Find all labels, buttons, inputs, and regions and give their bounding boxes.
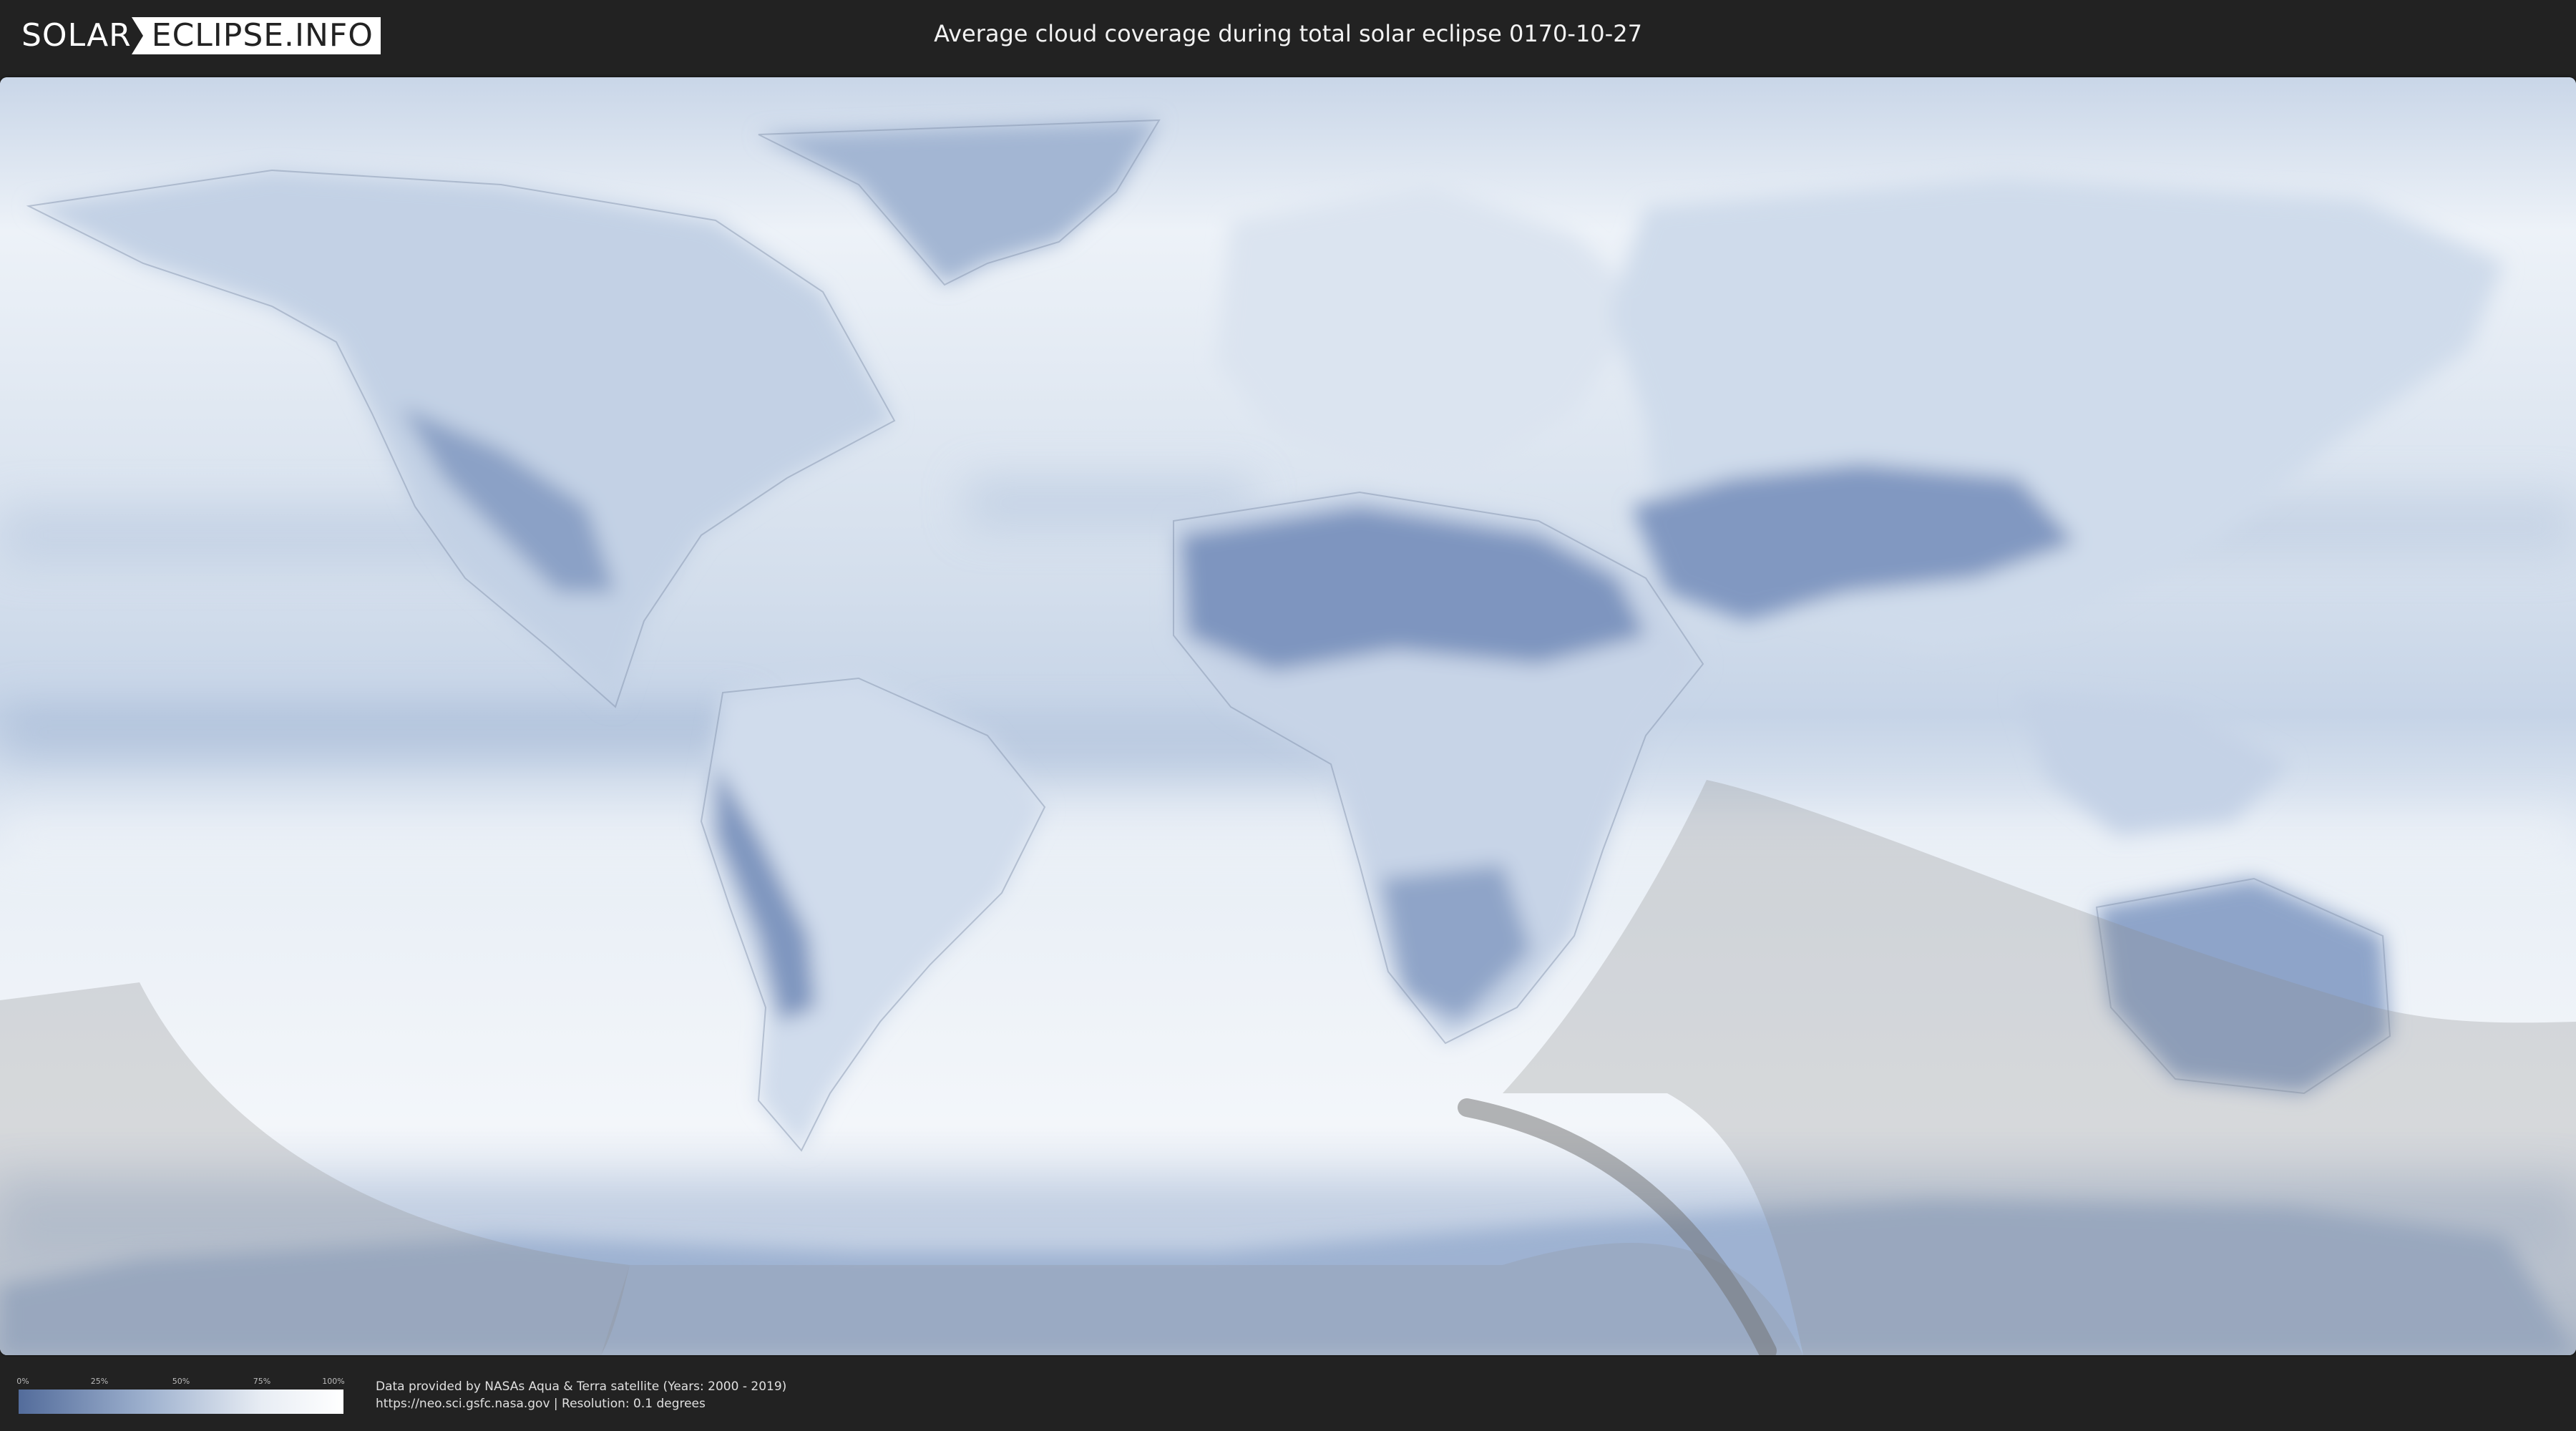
site-logo[interactable]: SOLAR ECLIPSE.INFO xyxy=(21,17,381,54)
page-title: Average cloud coverage during total sola… xyxy=(934,20,1642,47)
logo-eclipse-text: ECLIPSE.INFO xyxy=(150,17,381,54)
legend-scale-labels: 0% 25% 50% 75% 100% xyxy=(16,1377,345,1387)
logo-moon-icon xyxy=(131,17,150,54)
legend-tick-25: 25% xyxy=(90,1377,109,1386)
legend-tick-0: 0% xyxy=(16,1377,29,1386)
legend-tick-50: 50% xyxy=(172,1377,190,1386)
logo-solar-text: SOLAR xyxy=(21,17,132,54)
legend-tick-100: 100% xyxy=(322,1377,345,1386)
header-bar: SOLAR ECLIPSE.INFO Average cloud coverag… xyxy=(0,0,2576,72)
data-source-url[interactable]: https://neo.sci.gsfc.nasa.gov | Resoluti… xyxy=(376,1397,706,1411)
footer-bar xyxy=(0,1357,2576,1431)
legend-color-bar xyxy=(19,1390,343,1414)
legend-tick-75: 75% xyxy=(253,1377,271,1386)
data-source-credit: Data provided by NASAs Aqua & Terra sate… xyxy=(376,1379,787,1394)
cloud-coverage-map[interactable] xyxy=(0,77,2576,1355)
